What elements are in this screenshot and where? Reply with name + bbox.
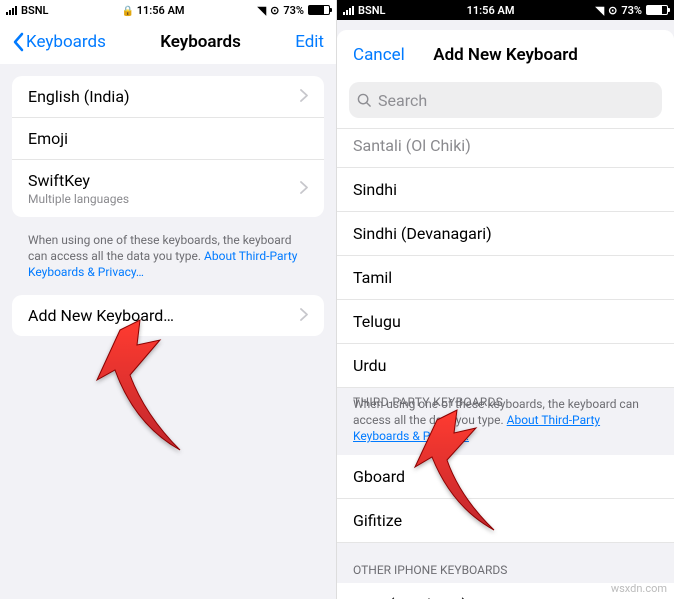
list-item-gifitize[interactable]: Gifitize bbox=[337, 499, 674, 543]
list-item[interactable]: Santali (Ol Chiki) bbox=[337, 128, 674, 168]
location-icon: ◥ bbox=[258, 4, 266, 17]
keyboard-name: SwiftKey bbox=[28, 171, 300, 190]
content-area: English (India) Emoji SwiftKey Multiple … bbox=[0, 64, 336, 599]
edit-button[interactable]: Edit bbox=[295, 32, 324, 52]
carrier-label: BSNL bbox=[358, 4, 385, 17]
third-party-section: THIRD-PARTY KEYBOARDS When using one of … bbox=[337, 388, 674, 455]
list-item[interactable]: Urdu bbox=[337, 344, 674, 388]
keyboard-row-english[interactable]: English (India) bbox=[12, 76, 324, 118]
nav-bar: Keyboards Keyboards Edit bbox=[0, 20, 336, 64]
search-wrap: Search bbox=[337, 80, 674, 128]
watermark: wsxdn.com bbox=[611, 582, 667, 595]
search-icon bbox=[357, 93, 372, 108]
chevron-left-icon bbox=[12, 32, 24, 52]
keyboard-sub: Multiple languages bbox=[28, 192, 300, 206]
page-title: Keyboards bbox=[160, 32, 241, 52]
keyboard-list: Santali (Ol Chiki) Sindhi Sindhi (Devana… bbox=[337, 128, 674, 599]
privacy-footer: When using one of these keyboards, the k… bbox=[12, 225, 324, 295]
right-screen: BSNL 11:56 AM ◥ ⊙ 73% Cancel Add New Key… bbox=[337, 0, 674, 599]
keyboard-name: Emoji bbox=[28, 129, 68, 148]
keyboard-row-swiftkey[interactable]: SwiftKey Multiple languages bbox=[12, 160, 324, 217]
battery-percent: 73% bbox=[621, 4, 642, 17]
alarm-icon: ⊙ bbox=[608, 4, 617, 17]
status-time: 11:56 AM bbox=[467, 4, 515, 17]
keyboards-group: English (India) Emoji SwiftKey Multiple … bbox=[12, 76, 324, 217]
back-label: Keyboards bbox=[26, 32, 106, 52]
left-screen: BSNL 🔒 11:56 AM ◥ ⊙ 73% Keyboards Keyboa… bbox=[0, 0, 337, 599]
keyboard-name: English (India) bbox=[28, 87, 130, 106]
chevron-right-icon bbox=[300, 87, 308, 106]
section-header: THIRD-PARTY KEYBOARDS bbox=[353, 394, 503, 410]
battery-percent: 73% bbox=[283, 4, 304, 17]
list-item[interactable]: Sindhi bbox=[337, 168, 674, 212]
list-item[interactable]: Sindhi (Devanagari) bbox=[337, 212, 674, 256]
chevron-right-icon bbox=[300, 179, 308, 198]
chevron-right-icon bbox=[300, 306, 308, 325]
add-new-keyboard-button[interactable]: Add New Keyboard… bbox=[12, 295, 324, 336]
add-label: Add New Keyboard… bbox=[28, 306, 300, 325]
signal-bars-icon bbox=[6, 5, 17, 15]
search-placeholder: Search bbox=[378, 91, 427, 110]
cancel-button[interactable]: Cancel bbox=[353, 45, 405, 65]
status-time: 11:56 AM bbox=[137, 4, 185, 17]
add-keyboard-modal: Cancel Add New Keyboard Search Santali (… bbox=[337, 30, 674, 599]
back-button[interactable]: Keyboards bbox=[12, 32, 106, 52]
list-item[interactable]: Tamil bbox=[337, 256, 674, 300]
modal-nav: Cancel Add New Keyboard bbox=[337, 30, 674, 80]
alarm-icon: ⊙ bbox=[270, 4, 279, 17]
add-keyboard-group: Add New Keyboard… bbox=[12, 295, 324, 336]
list-item-gboard[interactable]: Gboard bbox=[337, 455, 674, 499]
section-header: OTHER IPHONE KEYBOARDS bbox=[337, 543, 674, 583]
signal-bars-icon bbox=[343, 5, 354, 15]
status-bar: BSNL 11:56 AM ◥ ⊙ 73% bbox=[337, 0, 674, 20]
battery-icon bbox=[646, 5, 668, 15]
lock-icon: 🔒 bbox=[122, 6, 134, 17]
modal-title: Add New Keyboard bbox=[433, 45, 578, 65]
status-bar: BSNL 🔒 11:56 AM ◥ ⊙ 73% bbox=[0, 0, 336, 20]
carrier-label: BSNL bbox=[21, 4, 48, 17]
keyboard-row-emoji[interactable]: Emoji bbox=[12, 118, 324, 160]
search-input[interactable]: Search bbox=[349, 82, 662, 118]
battery-icon bbox=[308, 5, 330, 15]
list-item[interactable]: Telugu bbox=[337, 300, 674, 344]
location-icon: ◥ bbox=[596, 4, 604, 17]
